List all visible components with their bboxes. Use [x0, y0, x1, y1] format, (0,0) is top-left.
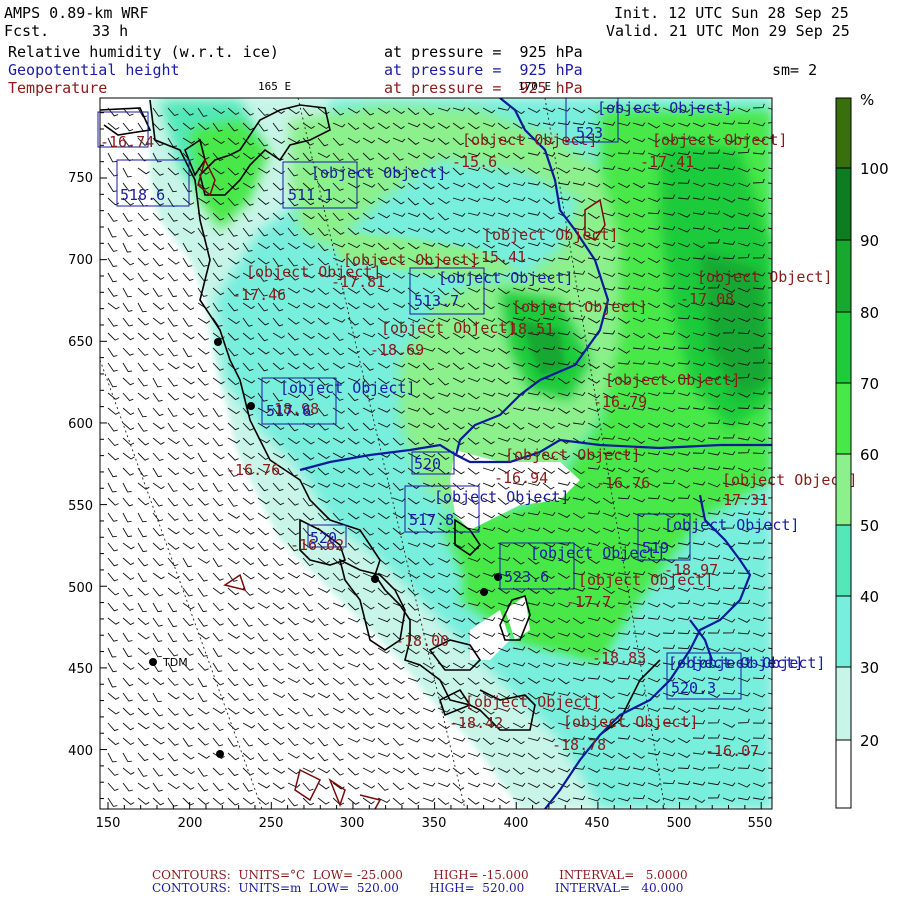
temperature-value: -16.79 — [593, 393, 647, 411]
y-tick-label: 500 — [68, 581, 93, 596]
colorbar-label: 40 — [860, 588, 879, 606]
temperature-value: -17.08 — [680, 290, 734, 308]
marker-l: [object Object] — [563, 713, 698, 731]
height-value: 518.6 — [120, 186, 165, 204]
height-contour-legend: CONTOURS: UNITS=m LOW= 520.00 HIGH= 520.… — [152, 881, 684, 895]
temperature-value: -16.07 — [705, 742, 759, 760]
x-axis-labels: 150 200 250 300 350 400 450 500 550 — [96, 816, 773, 831]
temperature-value: -18.97 — [664, 561, 718, 579]
height-value: 517.8 — [409, 511, 454, 529]
x-tick-label: 550 — [748, 816, 773, 831]
marker-h: [object Object] — [597, 99, 732, 117]
temperature-value: -18.83 — [592, 649, 646, 667]
colorbar-label: 70 — [860, 375, 879, 393]
temperature-value: -17.7 — [566, 593, 611, 611]
height-value: 520 — [310, 529, 337, 547]
marker-l: [object Object] — [664, 516, 799, 534]
colorbar-swatch — [836, 667, 851, 740]
height-value: 511.1 — [288, 186, 333, 204]
y-tick-label: 550 — [68, 499, 93, 514]
colorbar-label: 80 — [860, 304, 879, 322]
marker-l: [object Object] — [512, 298, 647, 316]
colorbar-label: 90 — [860, 232, 879, 250]
temperature-value: -18.00 — [395, 632, 449, 650]
height-value: 523.6 — [504, 568, 549, 586]
temperature-value: -17.41 — [640, 153, 694, 171]
temperature-value: -18.69 — [370, 341, 424, 359]
temperature-value: -18.78 — [552, 736, 606, 754]
colorbar-swatch — [836, 240, 851, 312]
temperature-value: -17.31 — [714, 491, 768, 509]
station-label-tdm: TDM — [162, 656, 188, 669]
height-value: 523 — [576, 124, 603, 142]
height-value: 520.3 — [671, 679, 716, 697]
colorbar-label: 20 — [860, 732, 879, 750]
marker-l: [object Object] — [280, 379, 415, 397]
marker-h: [object Object] — [605, 371, 740, 389]
marker-l: [object Object] — [465, 693, 600, 711]
height-value: 519 — [642, 539, 669, 557]
x-tick-label: 250 — [259, 816, 284, 831]
colorbar-swatch — [836, 525, 851, 596]
y-tick-label: 650 — [68, 335, 93, 350]
humidity-field — [100, 98, 772, 809]
temperature-value: -18.51 — [500, 320, 554, 338]
colorbar-swatch — [836, 383, 851, 454]
marker-h: [object Object] — [483, 226, 618, 244]
temperature-value: -17.46 — [232, 286, 286, 304]
height-value: 513.7 — [414, 292, 459, 310]
x-tick-label: 300 — [340, 816, 365, 831]
temperature-value: -17.81 — [331, 273, 385, 291]
x-tick-label: 450 — [585, 816, 610, 831]
temperature-value: -16.76 — [226, 461, 280, 479]
marker-l: [object Object] — [697, 268, 832, 286]
y-tick-label: 400 — [68, 744, 93, 759]
colorbar-swatch — [836, 98, 851, 168]
marker-l: [object Object] — [381, 319, 516, 337]
temperature-value: -15.6 — [452, 153, 497, 171]
x-tick-label: 500 — [667, 816, 692, 831]
colorbar-label: 100 — [860, 160, 889, 178]
colorbar-swatch — [836, 168, 851, 240]
weather-map: TDM [object Object] [object Object] [obj… — [68, 91, 889, 831]
y-tick-label: 450 — [68, 662, 93, 677]
x-tick-label: 350 — [422, 816, 447, 831]
colorbar-unit: % — [860, 91, 874, 109]
height-value: 517.6 — [266, 402, 311, 420]
temperature-value: -15.41 — [472, 248, 526, 266]
colorbar-label: 50 — [860, 517, 879, 535]
colorbar: % 20 30 40 50 60 70 80 90 100 — [835, 91, 889, 809]
temperature-contour-legend: CONTOURS: UNITS=°C LOW= -25.000 HIGH= -1… — [152, 868, 688, 882]
marker-l: [object Object] — [434, 488, 569, 506]
temperature-value: -16.74 — [100, 133, 154, 151]
temperature-value: -16.76 — [596, 474, 650, 492]
colorbar-swatch — [836, 454, 851, 525]
y-axis-labels: 750 700 650 600 550 500 450 400 — [68, 171, 93, 759]
marker-h: [object Object] — [505, 446, 640, 464]
temperature-value: -16.94 — [494, 469, 548, 487]
x-tick-label: 200 — [178, 816, 203, 831]
y-tick-label: 600 — [68, 417, 93, 432]
marker-l: [object Object] — [438, 269, 573, 287]
marker-l: [object Object] — [652, 131, 787, 149]
marker-h: [object Object] — [343, 251, 478, 269]
marker-l: [object Object] — [311, 164, 446, 182]
height-value: 520 — [414, 455, 441, 473]
colorbar-label: 60 — [860, 446, 879, 464]
temperature-value: -18.42 — [449, 714, 503, 732]
y-tick-label: 700 — [68, 253, 93, 268]
colorbar-swatch — [836, 596, 851, 667]
colorbar-swatch — [836, 312, 851, 383]
marker-l: [object Object] — [668, 654, 803, 672]
x-tick-label: 400 — [504, 816, 529, 831]
y-tick-label: 750 — [68, 171, 93, 186]
colorbar-label: 30 — [860, 659, 879, 677]
x-tick-label: 150 — [96, 816, 121, 831]
